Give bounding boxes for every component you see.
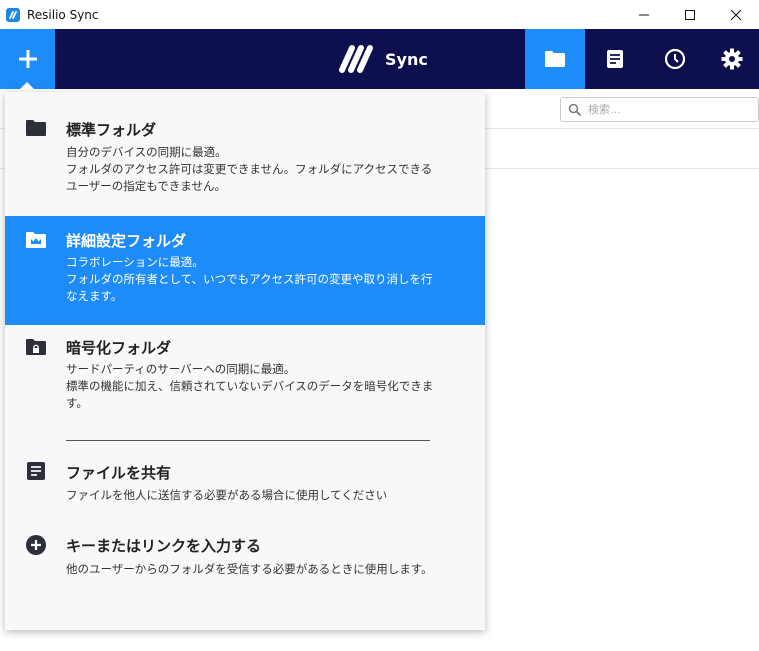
- menu-item-description: 自分のデバイスの同期に最適。 フォルダのアクセス許可は変更できません。フォルダに…: [66, 144, 441, 195]
- resilio-app-icon: [6, 7, 20, 22]
- menu-item-description-line: サードパーティのサーバーへの同期に最適。: [66, 362, 296, 376]
- menu-item-description-line: 標準の機能に加え、信頼されていないデバイスのデータを暗号化できます。: [66, 379, 434, 410]
- gear-icon: [721, 48, 743, 70]
- file-icon: [25, 460, 47, 482]
- crown-folder-icon: [25, 229, 47, 251]
- nav-folders-button[interactable]: [525, 29, 585, 89]
- dropdown-caret: [20, 82, 34, 89]
- menu-item-title: 詳細設定フォルダ: [66, 232, 187, 250]
- menu-item-description: サードパーティのサーバーへの同期に最適。 標準の機能に加え、信頼されていないデバ…: [66, 361, 441, 412]
- clock-icon: [664, 48, 686, 70]
- close-button[interactable]: [713, 0, 759, 29]
- document-icon: [607, 50, 623, 68]
- menu-separator: [66, 440, 430, 441]
- close-icon: [731, 9, 741, 20]
- menu-item-standard-folder[interactable]: 標準フォルダ 自分のデバイスの同期に最適。 フォルダのアクセス許可は変更できませ…: [5, 92, 485, 216]
- add-folder-menu: 標準フォルダ 自分のデバイスの同期に最適。 フォルダのアクセス許可は変更できませ…: [5, 92, 485, 630]
- folder-icon: [25, 117, 47, 139]
- menu-item-advanced-folder[interactable]: 詳細設定フォルダ コラボレーションに最適。 フォルダの所有者として、いつでもアク…: [5, 216, 485, 325]
- app-header: Sync: [0, 29, 759, 89]
- maximize-button[interactable]: [667, 0, 713, 29]
- menu-item-description-line: フォルダの所有者として、いつでもアクセス許可の変更や取り消しを行なえます。: [66, 272, 433, 303]
- minimize-button[interactable]: [621, 0, 667, 29]
- menu-item-description-line: フォルダのアクセス許可は変更できません。フォルダにアクセスできるユーザーの指定も…: [66, 162, 433, 193]
- menu-item-description: コラボレーションに最適。 フォルダの所有者として、いつでもアクセス許可の変更や取…: [66, 254, 441, 305]
- menu-item-title: 暗号化フォルダ: [66, 339, 172, 357]
- menu-item-title: 標準フォルダ: [66, 121, 157, 139]
- maximize-icon: [685, 9, 695, 20]
- window-title: Resilio Sync: [27, 7, 99, 22]
- menu-item-description: 他のユーザーからのフォルダを受信する必要があるときに使用します。: [66, 562, 433, 576]
- nav-transfers-button[interactable]: [585, 29, 645, 89]
- nav-history-button[interactable]: [645, 29, 705, 89]
- nav-settings-button[interactable]: [705, 29, 759, 89]
- search-icon: [568, 103, 582, 116]
- menu-item-title: ファイルを共有: [66, 464, 172, 482]
- search-box[interactable]: [560, 97, 759, 122]
- menu-item-encrypted-folder[interactable]: 暗号化フォルダ サードパーティのサーバーへの同期に最適。 標準の機能に加え、信頼…: [5, 325, 485, 430]
- minimize-icon: [639, 14, 649, 15]
- plus-circle-icon: [25, 534, 47, 556]
- lock-folder-icon: [25, 336, 47, 358]
- menu-item-description-line: 自分のデバイスの同期に最適。: [66, 145, 227, 159]
- window-titlebar: Resilio Sync: [0, 0, 759, 29]
- logo-text: Sync: [385, 49, 428, 69]
- add-folder-button[interactable]: [0, 29, 55, 89]
- menu-item-enter-key[interactable]: キーまたはリンクを入力する 他のユーザーからのフォルダを受信する必要があるときに…: [5, 524, 485, 604]
- menu-item-share-file[interactable]: ファイルを共有 ファイルを他人に送信する必要がある場合に使用してください: [5, 450, 485, 510]
- resilio-logo-icon: [339, 45, 373, 73]
- folder-icon: [545, 51, 565, 67]
- menu-item-title: キーまたはリンクを入力する: [66, 537, 262, 555]
- plus-icon: [18, 50, 37, 68]
- sync-logo: Sync: [338, 42, 428, 76]
- search-input[interactable]: [588, 103, 748, 116]
- menu-item-description-line: コラボレーションに最適。: [66, 255, 204, 269]
- menu-item-description: ファイルを他人に送信する必要がある場合に使用してください: [66, 488, 388, 502]
